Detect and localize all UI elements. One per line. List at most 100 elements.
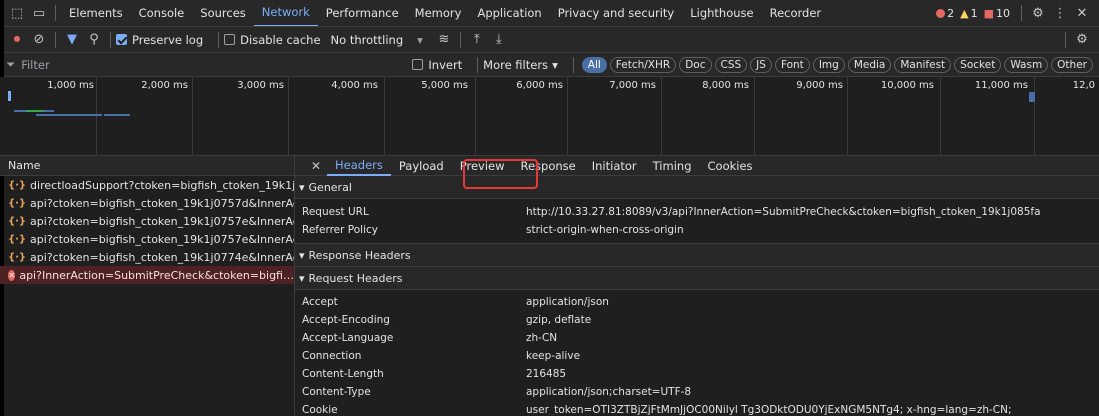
header-row: Accept-Encoding gzip, deflate xyxy=(302,314,592,326)
network-panel: Name {·} directloadSupport?ctoken=bigfish… xyxy=(0,156,1099,415)
divider xyxy=(110,31,111,48)
request-row-selected-error[interactable]: ✕ api?InnerAction=SubmitPreCheck&ctoken=b… xyxy=(0,266,294,284)
export-har-icon[interactable]: ⤓ xyxy=(488,30,510,50)
type-filter-doc[interactable]: Doc xyxy=(679,56,712,73)
tab-network[interactable]: Network xyxy=(253,0,318,26)
device-toolbar-icon[interactable]: ▭ xyxy=(28,3,50,23)
tab-lighthouse[interactable]: Lighthouse xyxy=(682,0,761,26)
divider xyxy=(55,5,56,21)
annotation-highlight-box xyxy=(462,158,538,189)
throttling-select[interactable]: No throttling ▾ xyxy=(331,33,423,47)
error-count-badge[interactable]: 2 xyxy=(936,7,954,20)
request-details: ✕ Headers Payload Preview Response Initi… xyxy=(295,156,1099,415)
checkbox-checked-icon xyxy=(116,34,127,45)
filter-input[interactable]: ⏷ Filter xyxy=(6,57,412,72)
info-count-badge[interactable]: ■ 10 xyxy=(984,7,1010,20)
type-filter-wasm[interactable]: Wasm xyxy=(1004,56,1049,73)
request-row[interactable]: {·} api?ctoken=bigfish_ctoken_19k1j0757e&… xyxy=(0,212,294,230)
info-icon: ■ xyxy=(983,6,994,20)
tab-privacy-security[interactable]: Privacy and security xyxy=(550,0,683,26)
record-stop-icon[interactable]: ⏺ xyxy=(6,30,28,50)
timeline-bar xyxy=(8,91,11,101)
type-filter-manifest[interactable]: Manifest xyxy=(894,56,952,73)
request-row[interactable]: {·} api?ctoken=bigfish_ctoken_19k1j0774e&… xyxy=(0,248,294,266)
request-row[interactable]: {·} directloadSupport?ctoken=bigfish_ctok… xyxy=(0,176,294,194)
close-icon[interactable]: ✕ xyxy=(1071,3,1093,23)
close-details-icon[interactable]: ✕ xyxy=(305,156,327,176)
disable-cache-checkbox[interactable]: Disable cache xyxy=(224,33,321,47)
header-row: Request URL http://10.33.27.81:8089/v3/ap… xyxy=(302,206,1041,218)
more-options-icon[interactable]: ⋮ xyxy=(1049,3,1071,23)
filter-bar: ⏷ Filter Invert More filters ▾ All Fetch/X… xyxy=(0,53,1099,77)
network-settings-icon[interactable]: ⚙ xyxy=(1071,30,1093,50)
timeline-tick: 8,000 ms xyxy=(702,80,749,91)
chevron-down-icon: ▾ xyxy=(552,57,558,72)
tab-initiator[interactable]: Initiator xyxy=(584,156,645,176)
header-row: Content-Length 216485 xyxy=(302,368,567,380)
network-conditions-icon[interactable]: ≋ xyxy=(433,30,455,50)
tab-headers[interactable]: Headers xyxy=(327,156,391,176)
warning-icon: ▲ xyxy=(960,6,969,20)
chevron-down-icon: ▾ xyxy=(417,32,423,47)
tab-memory[interactable]: Memory xyxy=(407,0,470,26)
tab-console[interactable]: Console xyxy=(131,0,193,26)
warning-count-badge[interactable]: ▲ 1 xyxy=(960,7,977,20)
triangle-down-icon: ▾ xyxy=(299,248,305,262)
type-filter-other[interactable]: Other xyxy=(1051,56,1093,73)
invert-checkbox[interactable]: Invert xyxy=(412,58,462,72)
tab-timing[interactable]: Timing xyxy=(645,156,700,176)
error-icon xyxy=(936,8,946,18)
xhr-icon: {·} xyxy=(8,215,27,227)
tab-cookies[interactable]: Cookies xyxy=(700,156,761,176)
timeline-tick: 2,000 ms xyxy=(141,80,188,91)
xhr-icon: {·} xyxy=(8,197,27,209)
filter-icon[interactable]: ▼ xyxy=(61,30,83,50)
settings-gear-icon[interactable]: ⚙ xyxy=(1027,3,1049,23)
search-icon[interactable]: ⚲ xyxy=(83,30,105,50)
network-toolbar: ⏺ ⊘ ▼ ⚲ Preserve log Disable cache No th… xyxy=(0,27,1099,53)
tab-application[interactable]: Application xyxy=(469,0,549,26)
timeline-tick: 1,000 ms xyxy=(47,80,94,91)
tab-elements[interactable]: Elements xyxy=(61,0,131,26)
divider xyxy=(1021,5,1022,21)
type-filter-media[interactable]: Media xyxy=(847,56,892,73)
response-headers-section-header[interactable]: ▾ Response Headers xyxy=(295,244,1099,267)
type-filter-fetch-xhr[interactable]: Fetch/XHR xyxy=(609,56,677,73)
type-filter-js[interactable]: JS xyxy=(750,56,772,73)
request-row[interactable]: {·} api?ctoken=bigfish_ctoken_19k1j0757e&… xyxy=(0,230,294,248)
timeline-tick: 5,000 ms xyxy=(421,80,468,91)
tab-recorder[interactable]: Recorder xyxy=(762,0,830,26)
header-row: Accept-Language zh-CN xyxy=(302,332,558,344)
clear-icon[interactable]: ⊘ xyxy=(28,30,50,50)
timeline-bar xyxy=(36,114,102,116)
type-filter-font[interactable]: Font xyxy=(774,56,810,73)
inspect-element-icon[interactable]: ⬚ xyxy=(6,3,28,23)
xhr-icon: {·} xyxy=(8,251,27,263)
timeline-bar xyxy=(1029,92,1035,102)
type-filter-all[interactable]: All xyxy=(581,56,607,73)
timeline-tick: 12,0 xyxy=(1072,80,1095,91)
xhr-icon: {·} xyxy=(8,179,27,191)
tab-sources[interactable]: Sources xyxy=(192,0,254,26)
preserve-log-checkbox[interactable]: Preserve log xyxy=(116,33,203,47)
more-filters-dropdown[interactable]: More filters ▾ xyxy=(483,58,558,72)
divider xyxy=(55,31,56,48)
timeline-overview[interactable]: 1,000 ms 2,000 ms 3,000 ms 4,000 ms 5,00… xyxy=(0,77,1099,156)
tab-payload[interactable]: Payload xyxy=(391,156,452,176)
timeline-tick: 6,000 ms xyxy=(516,80,563,91)
devtools-tabbar: ⬚ ▭ Elements Console Sources Network Per… xyxy=(0,0,1099,27)
request-row[interactable]: {·} api?ctoken=bigfish_ctoken_19k1j0757d&… xyxy=(0,194,294,212)
timeline-bar xyxy=(26,110,44,112)
triangle-down-icon: ▾ xyxy=(299,180,305,194)
xhr-icon: {·} xyxy=(8,233,27,245)
import-har-icon[interactable]: ⤒ xyxy=(466,30,488,50)
general-section-header[interactable]: ▾ General xyxy=(295,176,1099,199)
type-filter-css[interactable]: CSS xyxy=(714,56,748,73)
type-filter-img[interactable]: Img xyxy=(812,56,845,73)
timeline-tick: 7,000 ms xyxy=(609,80,656,91)
tab-performance[interactable]: Performance xyxy=(318,0,407,26)
type-filter-socket[interactable]: Socket xyxy=(954,56,1002,73)
request-headers-section-header[interactable]: ▾ Request Headers xyxy=(295,267,1099,290)
triangle-down-icon: ▾ xyxy=(299,271,305,285)
name-column-header[interactable]: Name xyxy=(0,156,294,176)
